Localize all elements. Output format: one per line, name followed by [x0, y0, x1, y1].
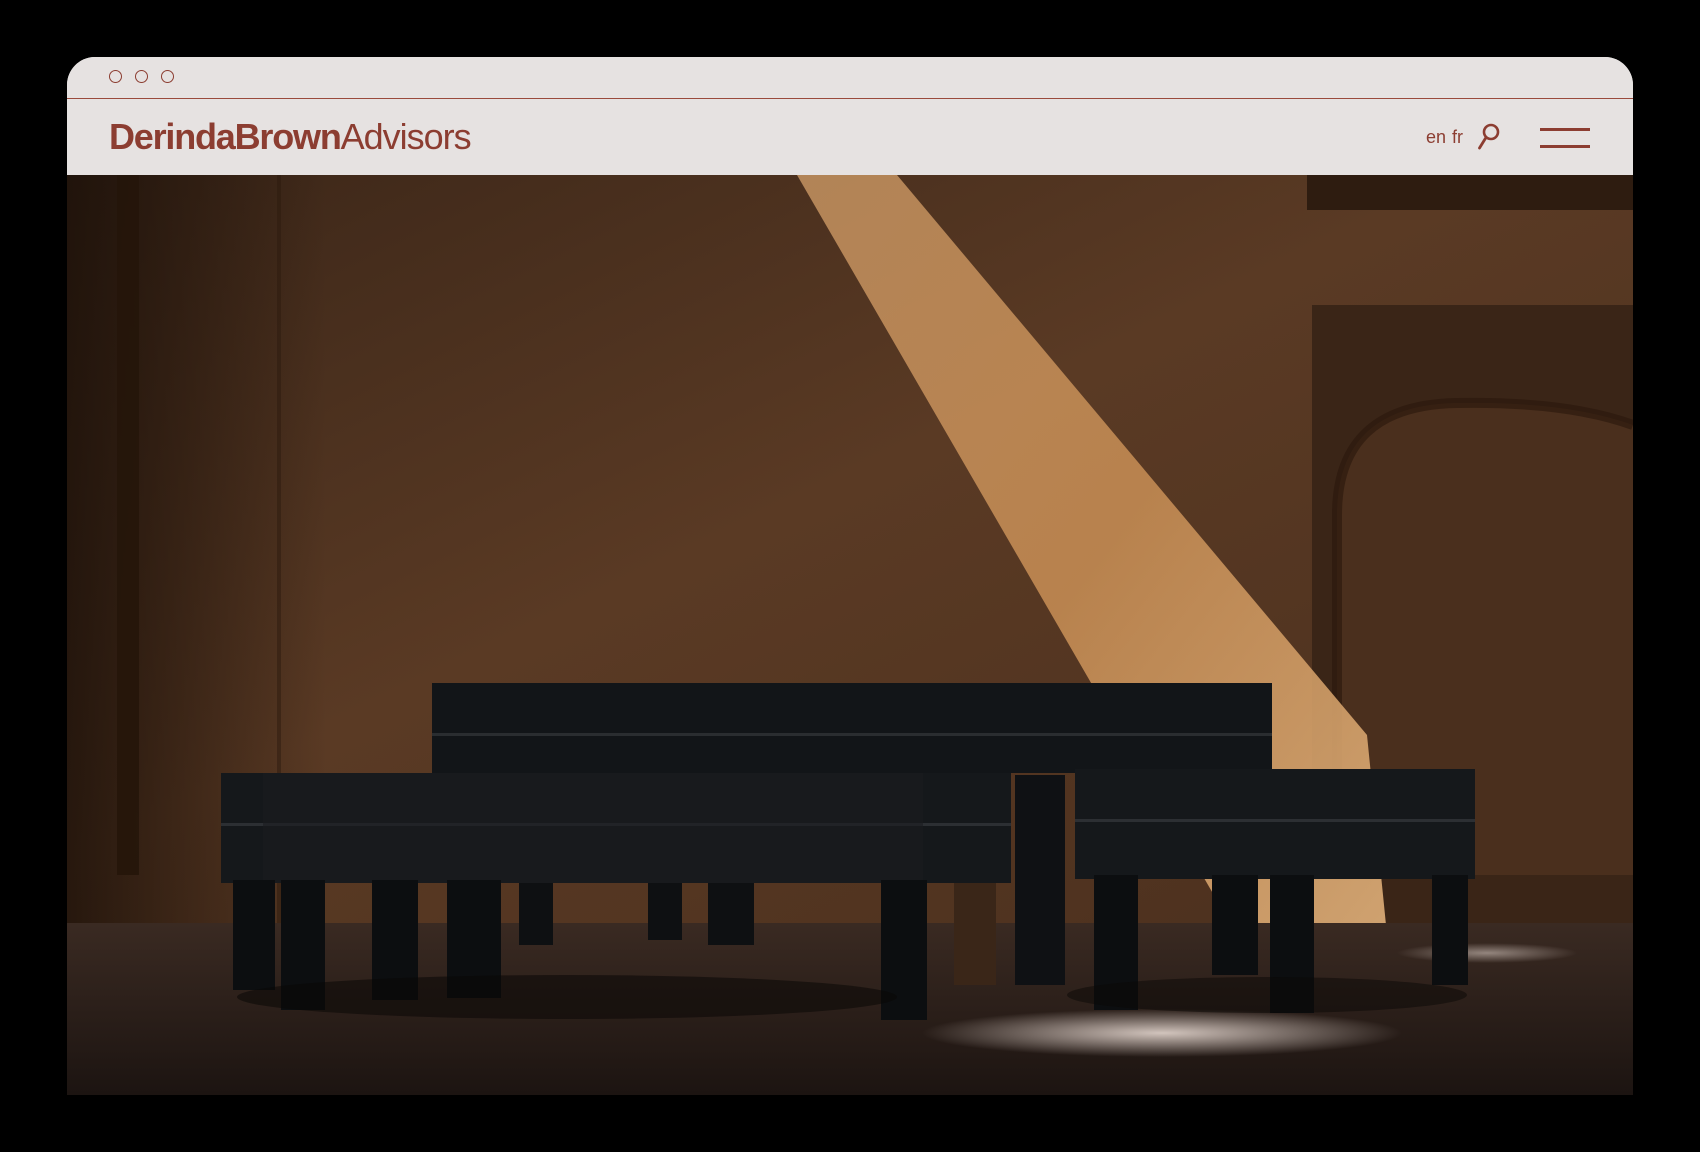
menu-line-top	[1540, 128, 1590, 131]
menu-line-bottom	[1540, 145, 1590, 148]
browser-window: DerindaBrownAdvisors en fr	[67, 57, 1633, 1095]
title-bar	[67, 57, 1633, 99]
search-icon	[1478, 123, 1500, 150]
search-button[interactable]	[1477, 123, 1501, 151]
site-header: DerindaBrownAdvisors en fr	[67, 99, 1633, 175]
hero-photo	[67, 175, 1633, 1095]
window-maximize-button[interactable]	[161, 70, 174, 83]
language-fr-link[interactable]: fr	[1452, 127, 1463, 148]
language-switcher: en fr	[1426, 127, 1463, 148]
hamburger-menu-button[interactable]	[1540, 128, 1590, 148]
logo-name: DerindaBrown	[109, 116, 342, 157]
language-en-link[interactable]: en	[1426, 127, 1446, 148]
window-close-button[interactable]	[109, 70, 122, 83]
window-minimize-button[interactable]	[135, 70, 148, 83]
logo[interactable]: DerindaBrownAdvisors	[109, 116, 472, 157]
hero-image	[67, 175, 1633, 1095]
logo-suffix: Advisors	[340, 116, 472, 157]
